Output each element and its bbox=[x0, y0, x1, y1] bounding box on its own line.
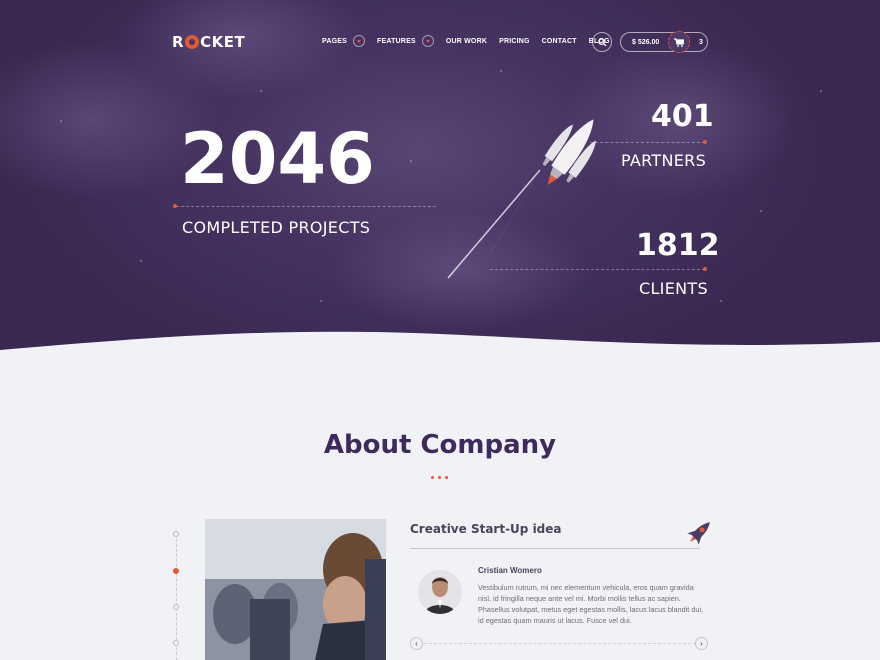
chevron-left-icon: ‹ bbox=[415, 639, 418, 648]
logo-text-right: CKET bbox=[200, 33, 246, 51]
slider-track bbox=[424, 643, 696, 644]
logo-text-left: R bbox=[172, 33, 185, 51]
nav-item-pricing[interactable]: PRICING bbox=[499, 38, 530, 45]
cart-price: $ 526.00 bbox=[632, 38, 660, 46]
stat-projects-line bbox=[176, 206, 436, 207]
card-body-text: Vestibulum rutrum, mi nec elementum vehi… bbox=[478, 583, 704, 625]
stat-partners-value: 401 bbox=[651, 99, 714, 134]
stat-clients-line bbox=[490, 269, 705, 270]
search-button[interactable] bbox=[592, 32, 612, 52]
nav-item-pages[interactable]: PAGES bbox=[322, 35, 365, 47]
nav-item-contact[interactable]: CONTACT bbox=[542, 38, 577, 45]
logo-rocket-icon bbox=[185, 35, 200, 49]
stat-partners-label: PARTNERS bbox=[621, 151, 707, 170]
star bbox=[260, 90, 262, 92]
stat-partners-line bbox=[590, 142, 705, 143]
author-name: Cristian Womero bbox=[478, 566, 542, 575]
timeline-dot[interactable] bbox=[173, 604, 179, 610]
cart-button[interactable]: $ 526.00 3 bbox=[620, 31, 708, 53]
stat-projects-label: COMPLETED PROJECTS bbox=[182, 218, 371, 237]
chevron-down-icon[interactable] bbox=[421, 35, 434, 47]
nav-label: PAGES bbox=[322, 37, 347, 45]
stat-dot bbox=[703, 140, 707, 144]
timeline-dot[interactable] bbox=[173, 640, 179, 646]
timeline-dot-active[interactable] bbox=[173, 568, 179, 574]
nav-item-our-work[interactable]: OUR WORK bbox=[446, 38, 487, 45]
chevron-down-icon[interactable] bbox=[353, 35, 365, 47]
star bbox=[320, 300, 322, 302]
chevron-right-icon: › bbox=[700, 639, 703, 648]
star bbox=[760, 210, 762, 212]
search-icon bbox=[597, 37, 607, 47]
cart-icon bbox=[674, 37, 684, 47]
stat-dot bbox=[173, 204, 177, 208]
card-title: Creative Start-Up idea bbox=[410, 522, 562, 536]
hero-wave-divider bbox=[0, 331, 880, 350]
card-divider bbox=[410, 548, 700, 549]
main-nav: PAGES FEATURES OUR WORK PRICING CONTACT … bbox=[322, 35, 622, 47]
title-decoration bbox=[431, 476, 448, 479]
hero-section bbox=[0, 0, 880, 350]
stat-clients-value: 1812 bbox=[636, 228, 720, 263]
nav-label: OUR WORK bbox=[445, 37, 488, 45]
star bbox=[140, 260, 142, 262]
cart-icon-wrap bbox=[668, 31, 690, 53]
star bbox=[60, 120, 62, 122]
stat-projects-value: 2046 bbox=[180, 118, 375, 200]
cart-count: 3 bbox=[699, 38, 703, 46]
nav-label: CONTACT bbox=[541, 37, 577, 45]
star bbox=[820, 90, 822, 92]
rocket-icon bbox=[687, 522, 710, 545]
nav-item-features[interactable]: FEATURES bbox=[377, 35, 434, 47]
avatar-illustration bbox=[418, 570, 462, 614]
rocket-icon bbox=[542, 119, 596, 185]
stat-clients-label: CLIENTS bbox=[639, 279, 708, 298]
nav-label: PRICING bbox=[499, 37, 530, 45]
star bbox=[720, 300, 722, 302]
timeline-dot[interactable] bbox=[173, 531, 179, 537]
logo[interactable]: R CKET bbox=[172, 33, 245, 51]
nav-label: FEATURES bbox=[377, 37, 416, 45]
star bbox=[500, 70, 502, 72]
star bbox=[410, 160, 412, 162]
section-title: About Company bbox=[323, 430, 557, 460]
stat-dot bbox=[703, 267, 707, 271]
photo-illustration bbox=[205, 519, 386, 660]
next-button[interactable]: › bbox=[695, 637, 708, 650]
team-photo bbox=[205, 519, 386, 660]
prev-button[interactable]: ‹ bbox=[410, 637, 423, 650]
avatar bbox=[418, 570, 462, 614]
